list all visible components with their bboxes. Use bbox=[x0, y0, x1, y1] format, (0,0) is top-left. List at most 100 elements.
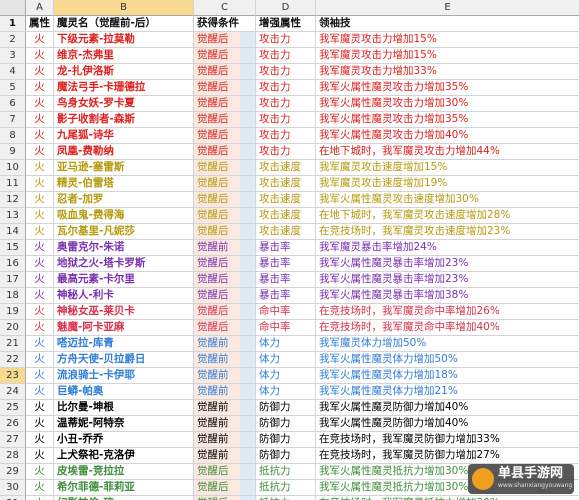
skill-cell[interactable]: 我军魔灵攻击速度增加19% bbox=[316, 176, 580, 192]
condition-cell[interactable]: 觉醒前 bbox=[194, 352, 256, 368]
header-boost-cell[interactable]: 增强属性 bbox=[256, 16, 316, 32]
boost-cell[interactable]: 攻击力 bbox=[256, 128, 316, 144]
attr-cell[interactable]: 火 bbox=[26, 400, 54, 416]
skill-cell[interactable]: 我军魔灵攻击速度增加15% bbox=[316, 160, 580, 176]
boost-cell[interactable]: 体力 bbox=[256, 352, 316, 368]
attr-cell[interactable]: 火 bbox=[26, 112, 54, 128]
condition-cell[interactable]: 觉醒后 bbox=[194, 304, 256, 320]
row-number[interactable]: 18 bbox=[0, 288, 26, 304]
attr-cell[interactable]: 火 bbox=[26, 448, 54, 464]
row-number[interactable]: 22 bbox=[0, 352, 26, 368]
condition-cell[interactable]: 觉醒后 bbox=[194, 272, 256, 288]
name-cell[interactable]: 精灵-伯雷塔 bbox=[54, 176, 194, 192]
boost-cell[interactable]: 抵抗力 bbox=[256, 496, 316, 500]
skill-cell[interactable]: 在竞技场时，我军魔灵命中率增加40% bbox=[316, 320, 580, 336]
skill-cell[interactable]: 我军火属性魔灵暴击率增加23% bbox=[316, 272, 580, 288]
attr-cell[interactable]: 火 bbox=[26, 272, 54, 288]
skill-cell[interactable]: 我军火属性魔灵攻击力增加40% bbox=[316, 128, 580, 144]
row-number[interactable]: 5 bbox=[0, 80, 26, 96]
skill-cell[interactable]: 我军火属性魔灵防御力增加40% bbox=[316, 400, 580, 416]
condition-cell[interactable]: 觉醒后 bbox=[194, 224, 256, 240]
row-number[interactable]: 12 bbox=[0, 192, 26, 208]
row-number[interactable]: 27 bbox=[0, 432, 26, 448]
column-header-c[interactable]: C bbox=[194, 0, 256, 16]
row-number[interactable]: 20 bbox=[0, 320, 26, 336]
name-cell[interactable]: 上犬祭祀-克洛伊 bbox=[54, 448, 194, 464]
attr-cell[interactable]: 火 bbox=[26, 176, 54, 192]
attr-cell[interactable]: 火 bbox=[26, 192, 54, 208]
attr-cell[interactable]: 火 bbox=[26, 432, 54, 448]
skill-cell[interactable]: 我军火属性魔灵攻击力增加35% bbox=[316, 112, 580, 128]
boost-cell[interactable]: 攻击速度 bbox=[256, 192, 316, 208]
column-header-d[interactable]: D bbox=[256, 0, 316, 16]
spreadsheet[interactable]: A B C D E 1 属性 魔灵名（觉醒前-后） 获得条件 增强属性 领袖技 … bbox=[0, 0, 580, 500]
condition-cell[interactable]: 觉醒后 bbox=[194, 464, 256, 480]
condition-cell[interactable]: 觉醒后 bbox=[194, 288, 256, 304]
condition-cell[interactable]: 觉醒前 bbox=[194, 240, 256, 256]
name-cell[interactable]: 龙-扎伊洛斯 bbox=[54, 64, 194, 80]
skill-cell[interactable]: 我军火属性魔灵暴击率增加38% bbox=[316, 288, 580, 304]
name-cell[interactable]: 温蒂妮-阿特奈 bbox=[54, 416, 194, 432]
column-header-e[interactable]: E bbox=[316, 0, 580, 16]
attr-cell[interactable]: 火 bbox=[26, 144, 54, 160]
boost-cell[interactable]: 暴击率 bbox=[256, 288, 316, 304]
condition-cell[interactable]: 觉醒后 bbox=[194, 496, 256, 500]
condition-cell[interactable]: 觉醒前 bbox=[194, 448, 256, 464]
skill-cell[interactable]: 在竞技场时，我军魔灵攻击速度增加23% bbox=[316, 224, 580, 240]
skill-cell[interactable]: 我军火属性魔灵体力增加50% bbox=[316, 352, 580, 368]
condition-cell[interactable]: 觉醒后 bbox=[194, 480, 256, 496]
name-cell[interactable]: 奥雷克尔-朱诺 bbox=[54, 240, 194, 256]
row-number[interactable]: 16 bbox=[0, 256, 26, 272]
name-cell[interactable]: 嗒迈拉-库青 bbox=[54, 336, 194, 352]
condition-cell[interactable]: 觉醒后 bbox=[194, 128, 256, 144]
boost-cell[interactable]: 防御力 bbox=[256, 432, 316, 448]
attr-cell[interactable]: 火 bbox=[26, 160, 54, 176]
condition-cell[interactable]: 觉醒后 bbox=[194, 256, 256, 272]
attr-cell[interactable]: 火 bbox=[26, 368, 54, 384]
name-cell[interactable]: 神秘女巫-莱贝卡 bbox=[54, 304, 194, 320]
name-cell[interactable]: 比尔曼-坤根 bbox=[54, 400, 194, 416]
boost-cell[interactable]: 体力 bbox=[256, 368, 316, 384]
boost-cell[interactable]: 攻击力 bbox=[256, 80, 316, 96]
skill-cell[interactable]: 我军火属性魔灵体力增加21% bbox=[316, 384, 580, 400]
attr-cell[interactable]: 火 bbox=[26, 96, 54, 112]
condition-cell[interactable]: 觉醒前 bbox=[194, 432, 256, 448]
row-number[interactable]: 23 bbox=[0, 368, 26, 384]
boost-cell[interactable]: 体力 bbox=[256, 336, 316, 352]
boost-cell[interactable]: 攻击力 bbox=[256, 144, 316, 160]
row-number[interactable]: 2 bbox=[0, 32, 26, 48]
boost-cell[interactable]: 防御力 bbox=[256, 416, 316, 432]
row-number[interactable]: 11 bbox=[0, 176, 26, 192]
boost-cell[interactable]: 攻击力 bbox=[256, 48, 316, 64]
attr-cell[interactable]: 火 bbox=[26, 320, 54, 336]
boost-cell[interactable]: 攻击速度 bbox=[256, 176, 316, 192]
skill-cell[interactable]: 我军魔灵攻击力增加33% bbox=[316, 64, 580, 80]
column-header-b[interactable]: B bbox=[54, 0, 194, 16]
attr-cell[interactable]: 火 bbox=[26, 128, 54, 144]
boost-cell[interactable]: 攻击速度 bbox=[256, 160, 316, 176]
condition-cell[interactable]: 觉醒后 bbox=[194, 48, 256, 64]
header-skill-cell[interactable]: 领袖技 bbox=[316, 16, 580, 32]
skill-cell[interactable]: 在竞技场时，我军魔灵抵抗力增加30% bbox=[316, 496, 580, 500]
attr-cell[interactable]: 火 bbox=[26, 64, 54, 80]
name-cell[interactable]: 希尔菲德-菲莉亚 bbox=[54, 480, 194, 496]
condition-cell[interactable]: 觉醒后 bbox=[194, 64, 256, 80]
boost-cell[interactable]: 攻击力 bbox=[256, 32, 316, 48]
name-cell[interactable]: 鸟身女妖-罗卡夏 bbox=[54, 96, 194, 112]
skill-cell[interactable]: 在地下城时，我军魔灵攻击力增加44% bbox=[316, 144, 580, 160]
attr-cell[interactable]: 火 bbox=[26, 304, 54, 320]
name-cell[interactable]: 亚马逊-塞雷斯 bbox=[54, 160, 194, 176]
header-condition-cell[interactable]: 获得条件 bbox=[194, 16, 256, 32]
row-number[interactable]: 14 bbox=[0, 224, 26, 240]
row-number[interactable]: 6 bbox=[0, 96, 26, 112]
condition-cell[interactable]: 觉醒后 bbox=[194, 320, 256, 336]
row-number[interactable]: 4 bbox=[0, 64, 26, 80]
boost-cell[interactable]: 防御力 bbox=[256, 448, 316, 464]
name-cell[interactable]: 神秘人-利卡 bbox=[54, 288, 194, 304]
attr-cell[interactable]: 火 bbox=[26, 208, 54, 224]
attr-cell[interactable]: 火 bbox=[26, 464, 54, 480]
boost-cell[interactable]: 攻击力 bbox=[256, 112, 316, 128]
condition-cell[interactable]: 觉醒后 bbox=[194, 144, 256, 160]
name-cell[interactable]: 最高元素-卡尔里 bbox=[54, 272, 194, 288]
row-number[interactable]: 29 bbox=[0, 464, 26, 480]
